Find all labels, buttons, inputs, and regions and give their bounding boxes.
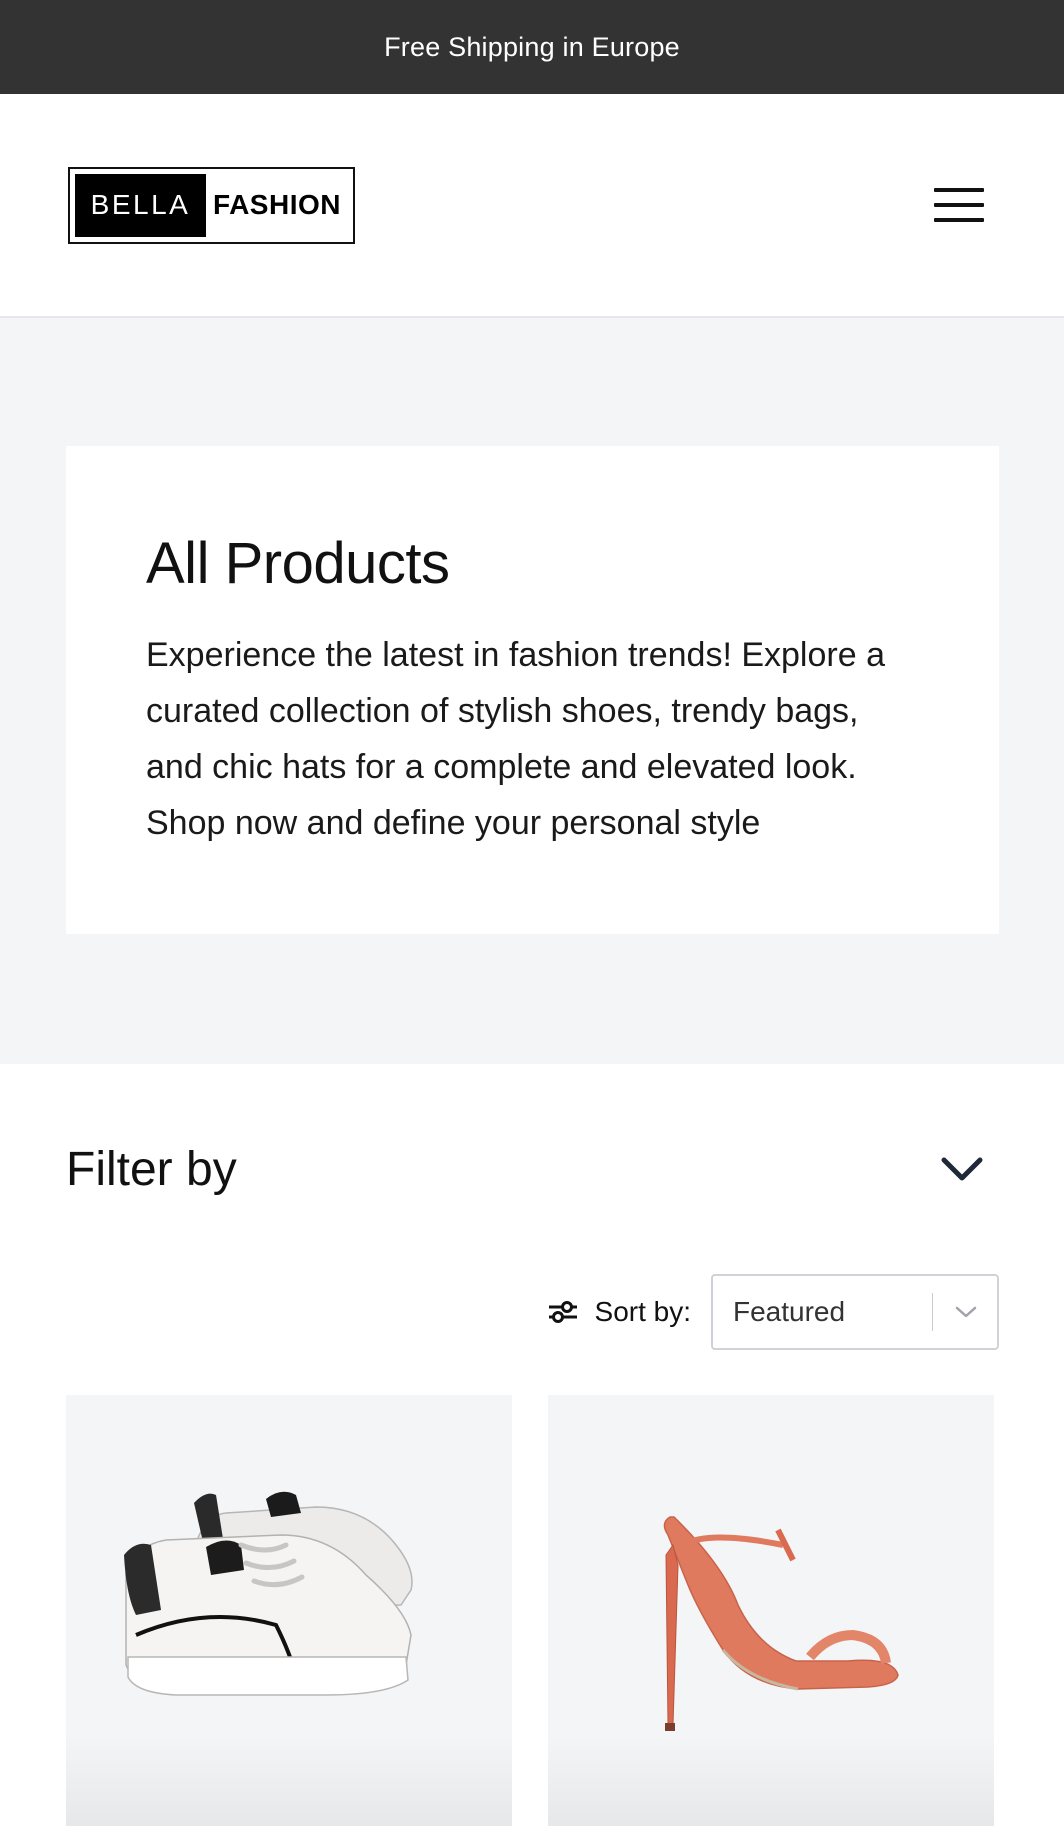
sort-select[interactable]: Featured bbox=[711, 1274, 999, 1350]
product-grid bbox=[66, 1395, 999, 1826]
chevron-down-icon[interactable] bbox=[940, 1155, 984, 1183]
sort-bar: Sort by: Featured bbox=[0, 1274, 1064, 1350]
collection-hero: All Products Experience the latest in fa… bbox=[0, 318, 1064, 1064]
sort-label: Sort by: bbox=[594, 1296, 691, 1327]
product-card[interactable] bbox=[66, 1395, 512, 1826]
menu-line bbox=[934, 218, 984, 222]
select-divider bbox=[932, 1293, 933, 1331]
filter-label: Filter by bbox=[66, 1142, 237, 1196]
image-shadow bbox=[548, 1736, 994, 1826]
brand-logo[interactable]: BELLA FASHION bbox=[68, 166, 355, 244]
filter-toggle[interactable]: Filter by bbox=[0, 1064, 1064, 1274]
menu-line bbox=[934, 188, 984, 192]
logo-text-right: FASHION bbox=[213, 189, 341, 220]
sliders-icon bbox=[548, 1301, 577, 1323]
announcement-bar: Free Shipping in Europe bbox=[0, 0, 1064, 94]
chevron-down-icon bbox=[955, 1306, 977, 1318]
hamburger-menu-icon[interactable] bbox=[934, 185, 984, 225]
collection-description: Experience the latest in fashion trends!… bbox=[146, 636, 885, 842]
announcement-text: Free Shipping in Europe bbox=[384, 31, 680, 62]
collection-intro-card: All Products Experience the latest in fa… bbox=[66, 446, 999, 934]
menu-line bbox=[934, 203, 984, 207]
site-header: BELLA FASHION bbox=[0, 94, 1064, 318]
sort-selected-value: Featured bbox=[733, 1296, 846, 1327]
product-card[interactable] bbox=[548, 1395, 994, 1826]
page-title: All Products bbox=[146, 531, 450, 596]
logo-text-left: BELLA bbox=[75, 173, 206, 237]
image-shadow bbox=[66, 1736, 512, 1826]
